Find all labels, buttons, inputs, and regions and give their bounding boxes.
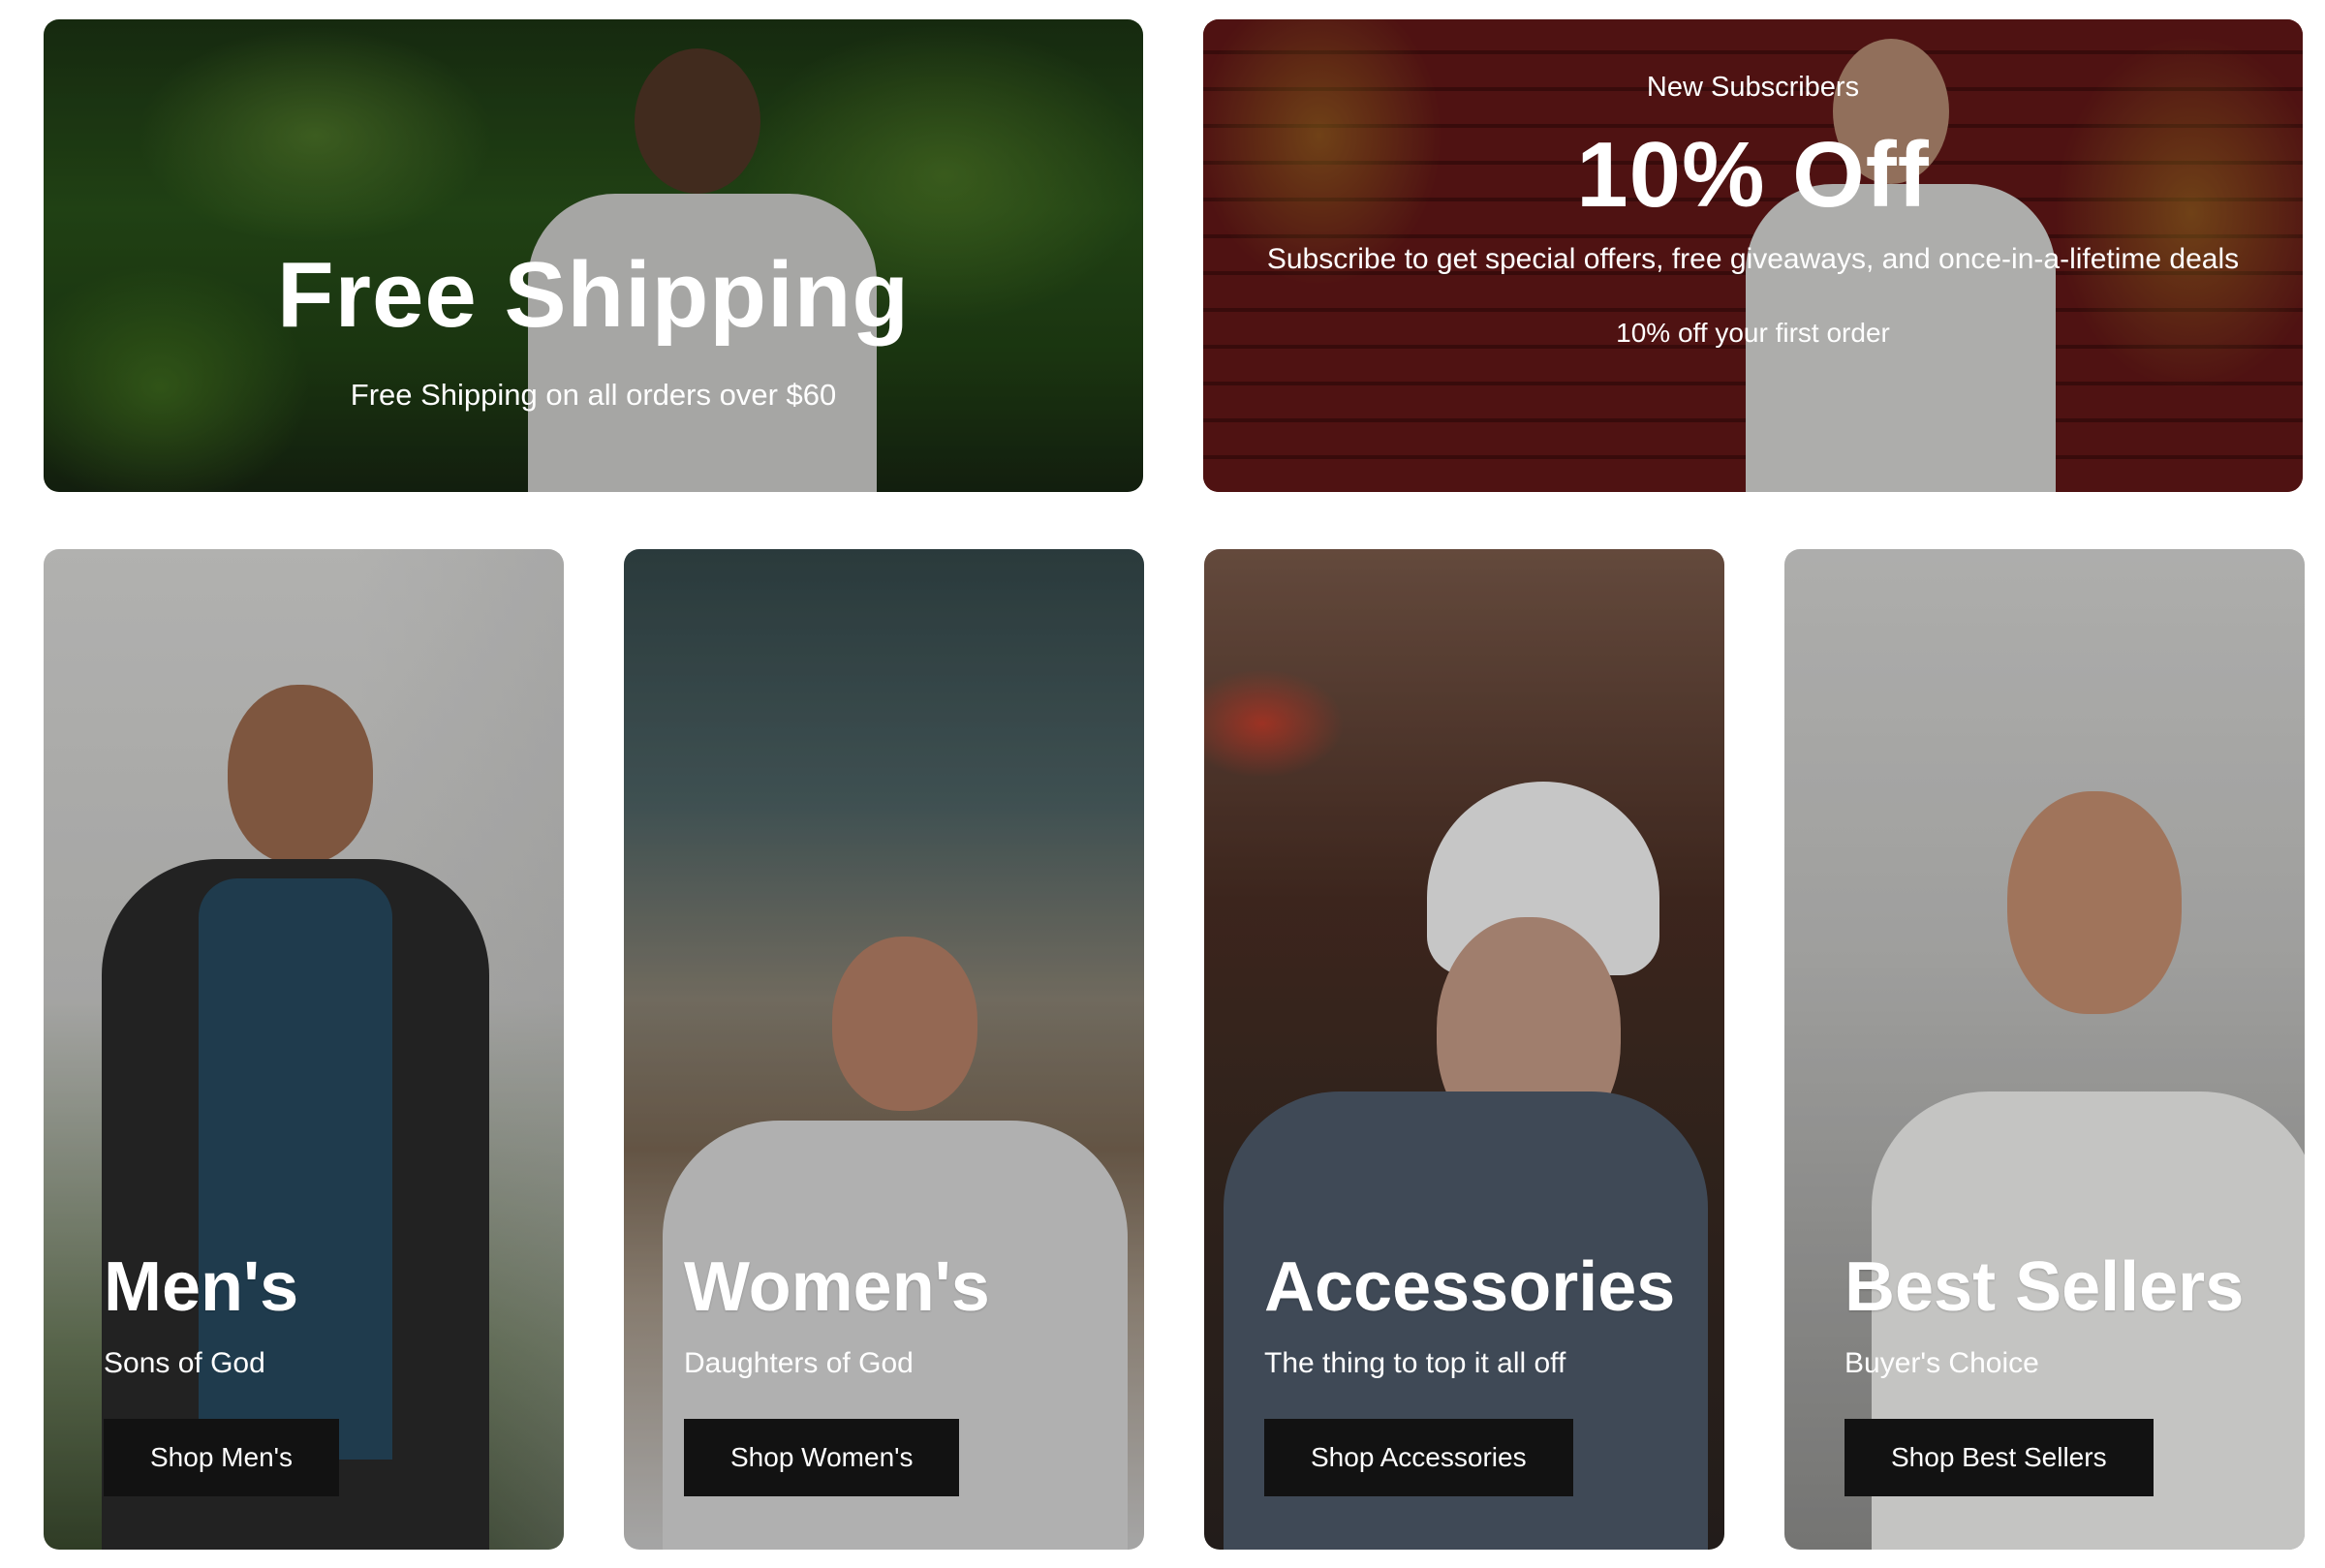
promo-title: Free Shipping	[276, 243, 911, 347]
shop-best-sellers-button[interactable]: Shop Best Sellers	[1844, 1419, 2154, 1496]
promo-banner-free-shipping: Free Shipping Free Shipping on all order…	[44, 19, 1143, 492]
collection-card-best-sellers[interactable]: Best Sellers Buyer's Choice Shop Best Se…	[1784, 549, 2305, 1550]
collection-subtitle: The thing to top it all off	[1264, 1347, 1566, 1379]
promo-banner-subscribers: New Subscribers 10% Off Subscribe to get…	[1203, 19, 2303, 492]
shop-womens-button[interactable]: Shop Women's	[684, 1419, 960, 1496]
collection-title: Best Sellers	[1844, 1248, 2245, 1326]
collection-content: Best Sellers Buyer's Choice Shop Best Se…	[1844, 1246, 2276, 1496]
collection-content: Men's Sons of God Shop Men's	[104, 1246, 535, 1496]
promo-note: 10% off your first order	[1616, 318, 1890, 348]
collection-card-accessories[interactable]: Accessories The thing to top it all off …	[1204, 549, 1724, 1550]
page: Free Shipping Free Shipping on all order…	[0, 0, 2325, 1568]
collection-card-womens[interactable]: Women's Daughters of God Shop Women's	[624, 549, 1144, 1550]
collection-content: Accessories The thing to top it all off …	[1264, 1246, 1695, 1496]
promo-title: 10% Off	[1576, 123, 1930, 227]
promo-content: New Subscribers 10% Off Subscribe to get…	[1203, 68, 2303, 353]
collection-subtitle: Sons of God	[104, 1347, 265, 1379]
collection-card-mens[interactable]: Men's Sons of God Shop Men's	[44, 549, 564, 1550]
promo-subtitle: Subscribe to get special offers, free gi…	[1266, 243, 2240, 275]
collection-subtitle: Daughters of God	[684, 1347, 914, 1379]
collection-title: Men's	[104, 1248, 299, 1326]
collection-title: Accessories	[1264, 1248, 1676, 1326]
shop-accessories-button[interactable]: Shop Accessories	[1264, 1419, 1573, 1496]
promo-kicker: New Subscribers	[1646, 72, 1860, 103]
collection-subtitle: Buyer's Choice	[1844, 1347, 2039, 1379]
promo-content: Free Shipping Free Shipping on all order…	[44, 242, 1143, 415]
promo-subtitle: Free Shipping on all orders over $60	[350, 378, 837, 412]
collection-content: Women's Daughters of God Shop Women's	[684, 1246, 1115, 1496]
collection-title: Women's	[684, 1248, 990, 1326]
shop-mens-button[interactable]: Shop Men's	[104, 1419, 339, 1496]
